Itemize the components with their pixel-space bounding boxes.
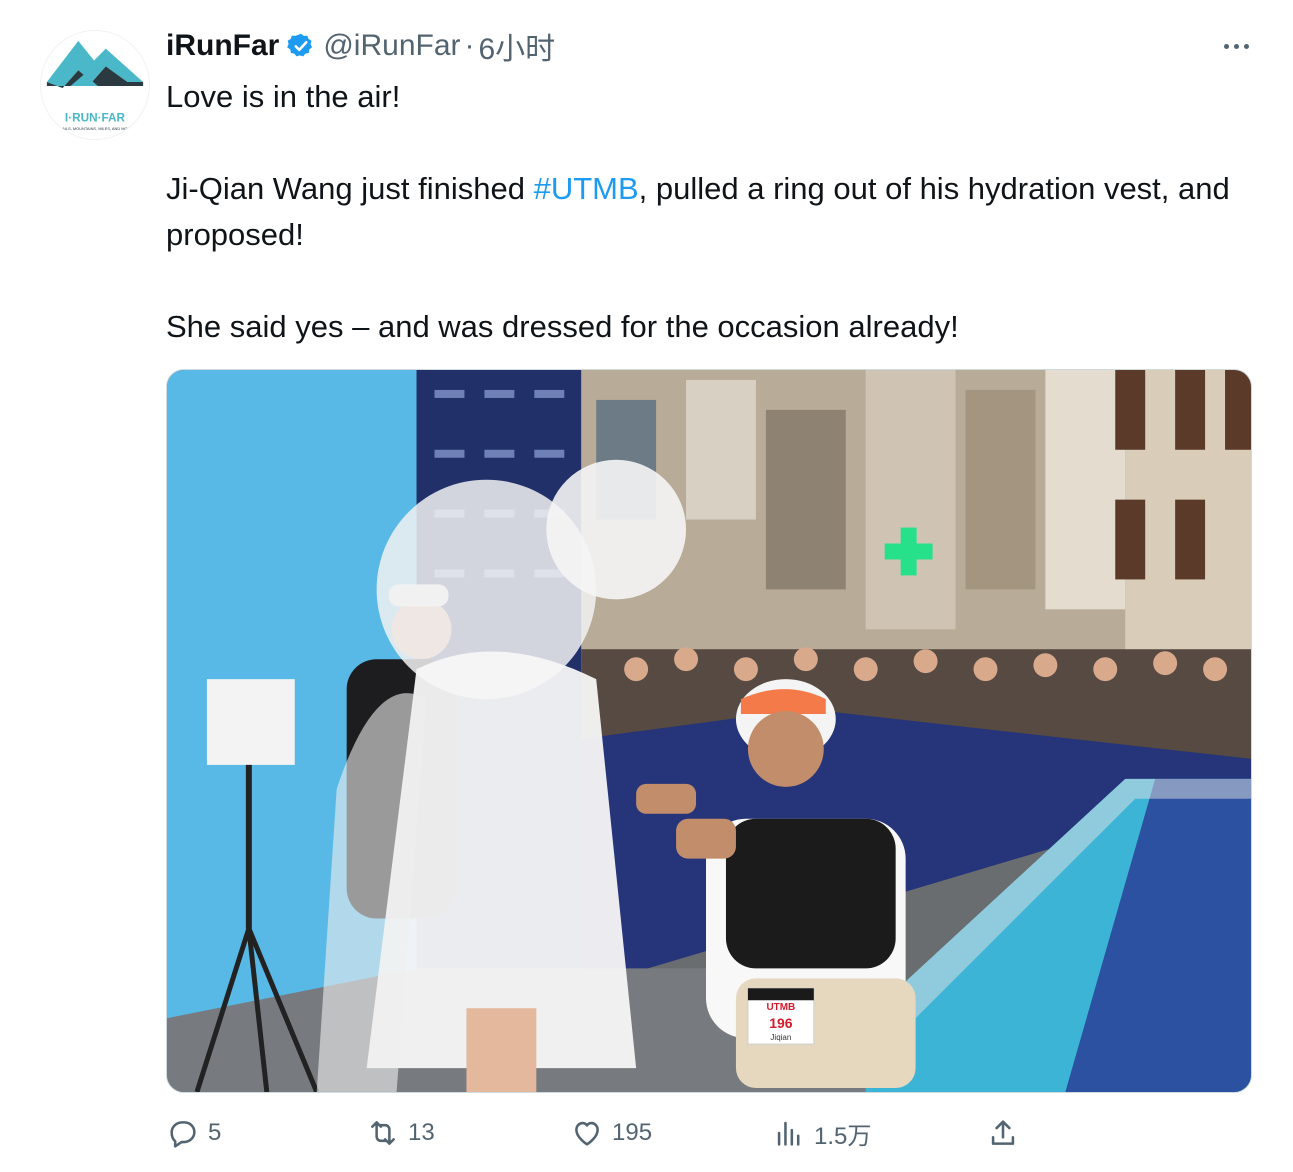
tweet-paragraph-2: Ji-Qian Wang just finished #UTMB, pulled… (166, 166, 1256, 258)
proposal-photo: UTMB 196 Jiqian (167, 370, 1251, 1092)
verified-badge-icon (287, 32, 315, 60)
tweet-time[interactable]: 6小时 (479, 24, 556, 68)
like-count: 195 (612, 1119, 653, 1146)
tweet-header: iRunFar @iRunFar · 6小时 (166, 26, 555, 66)
avatar[interactable]: I·RUN·FAR TRAILS, MOUNTAINS, MILES, AND … (40, 30, 150, 140)
hashtag-link[interactable]: #UTMB (534, 171, 639, 206)
logo-text: I·RUN·FAR (65, 111, 126, 124)
like-button[interactable]: 195 (570, 1108, 652, 1158)
tweet-photo[interactable]: UTMB 196 Jiqian (166, 369, 1252, 1093)
more-icon[interactable] (1218, 36, 1254, 56)
tweet-line-1: Love is in the air! (166, 79, 401, 114)
bib-name: Jiqian (770, 1033, 791, 1042)
share-button[interactable] (986, 1108, 1020, 1158)
reply-count: 5 (208, 1119, 222, 1146)
retweet-icon (366, 1116, 400, 1150)
separator-dot: · (464, 29, 475, 62)
bib-brand: UTMB (766, 1002, 795, 1013)
views-button[interactable]: 1.5万 (772, 1108, 871, 1158)
author-name[interactable]: iRunFar (166, 29, 279, 63)
retweet-button[interactable]: 13 (366, 1108, 435, 1158)
views-count: 1.5万 (814, 1122, 872, 1150)
tweet-text: Love is in the air! Ji-Qian Wang just fi… (166, 74, 1256, 350)
views-icon (772, 1116, 806, 1150)
reply-icon (166, 1116, 200, 1150)
share-icon (986, 1116, 1020, 1150)
retweet-count: 13 (408, 1119, 435, 1146)
logo-tagline: TRAILS, MOUNTAINS, MILES, AND MORE (57, 126, 133, 131)
reply-button[interactable]: 5 (166, 1108, 221, 1158)
tweet-actions: 5 13 195 1.5万 (166, 1108, 1256, 1158)
irunfar-logo: I·RUN·FAR TRAILS, MOUNTAINS, MILES, AND … (41, 31, 149, 139)
tweet-text-before-hashtag: Ji-Qian Wang just finished (166, 171, 534, 206)
like-icon (570, 1116, 604, 1150)
bib-number: 196 (769, 1015, 793, 1031)
tweet-paragraph-3: She said yes – and was dressed for the o… (166, 309, 959, 344)
author-handle[interactable]: @iRunFar (323, 29, 460, 63)
